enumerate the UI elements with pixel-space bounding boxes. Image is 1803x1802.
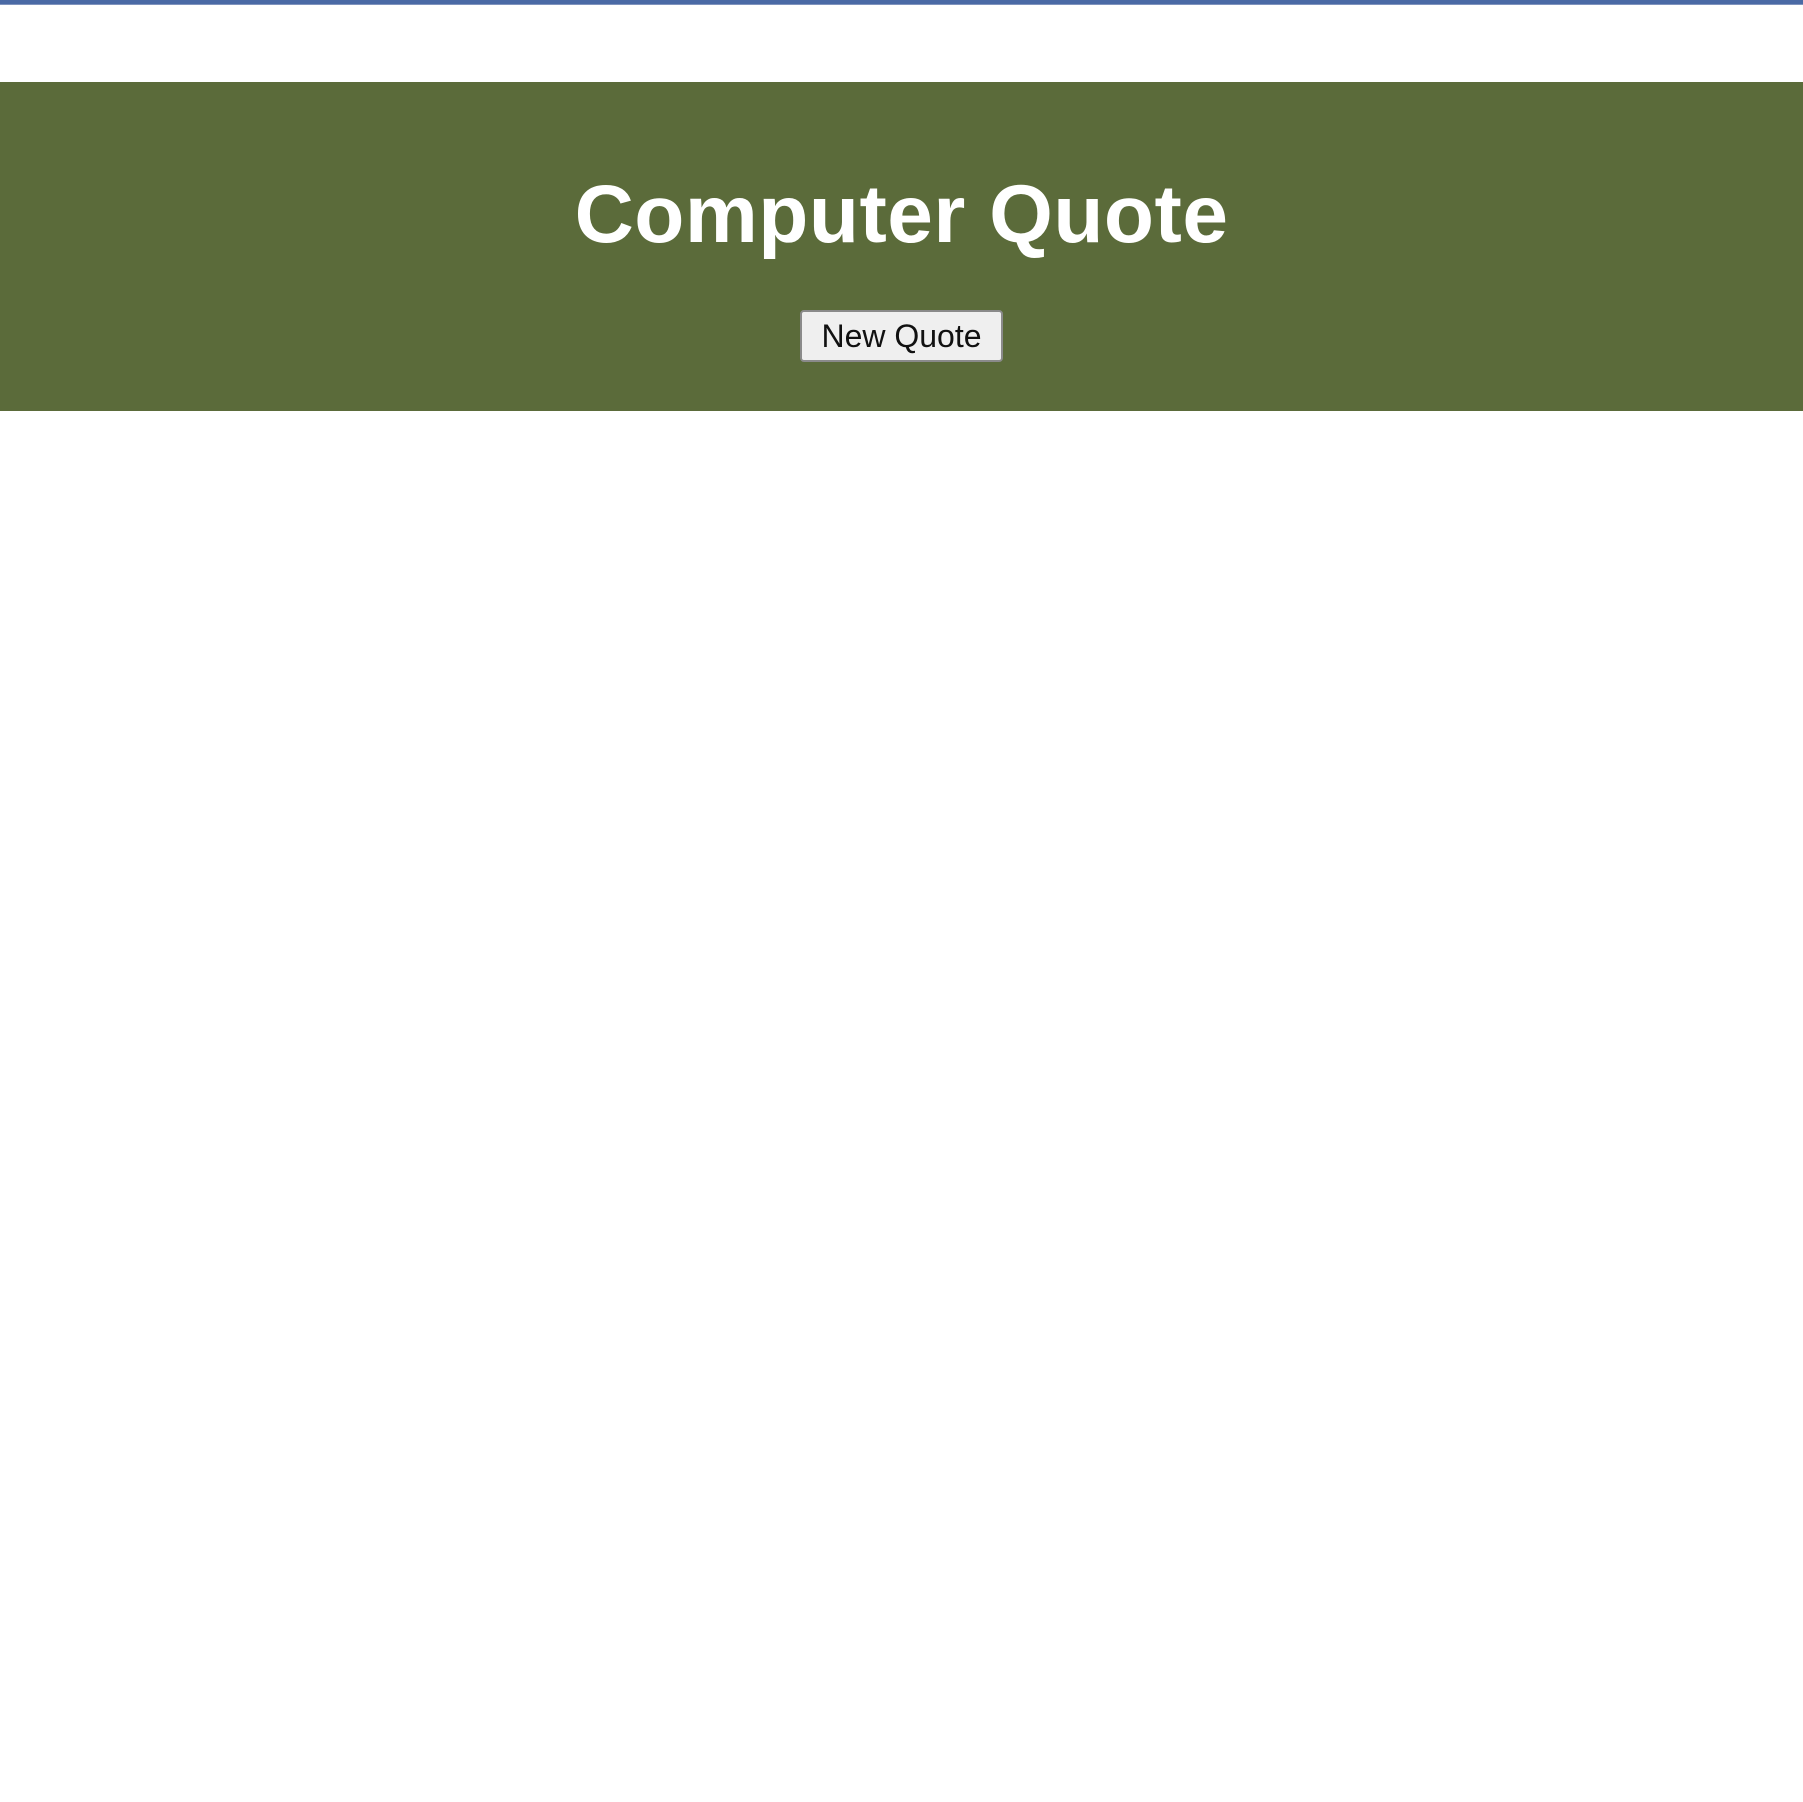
- new-quote-button[interactable]: New Quote: [800, 310, 1003, 362]
- header-banner: Computer Quote New Quote: [0, 82, 1803, 411]
- window-top-border: [0, 0, 1803, 5]
- page: Computer Quote New Quote: [0, 0, 1803, 1802]
- quote-content-area: [0, 411, 1803, 1802]
- page-title: Computer Quote: [574, 169, 1229, 260]
